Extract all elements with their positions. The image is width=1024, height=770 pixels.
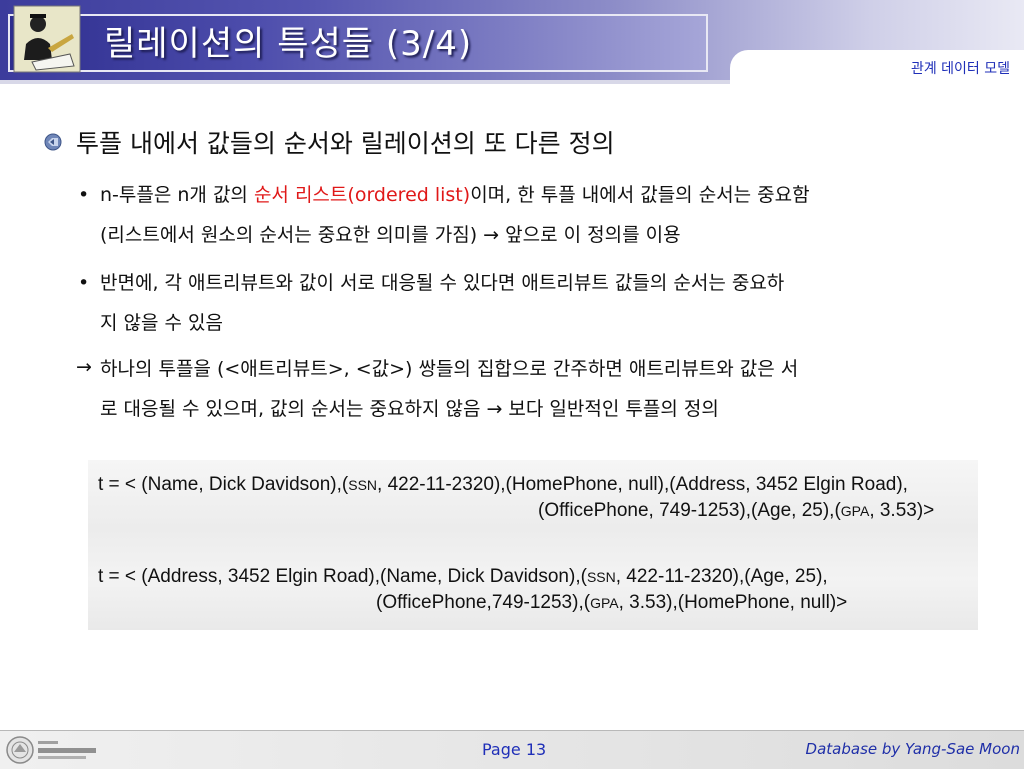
formula-1-line-2: (OfficePhone, 749-1253),(Age, 25),(GPA, …	[538, 500, 934, 522]
gpa-label: GPA	[590, 595, 619, 611]
university-logo-icon	[4, 734, 100, 766]
formula-1-b: , 422-11-2320),(HomePhone, null),(Addres…	[377, 474, 908, 495]
bullet-1-line-1: n-투플은 n개 값의 순서 리스트(ordered list)이며, 한 투플…	[100, 178, 810, 212]
heading-bullet-icon	[44, 133, 62, 151]
formula-2-c: (OfficePhone,749-1253),(	[376, 592, 591, 613]
author-credit: Database by Yang-Sae Moon	[805, 740, 1020, 758]
formula-1-c: (OfficePhone, 749-1253),(Age, 25),(	[538, 500, 841, 521]
bullet-1-line-2: (리스트에서 원소의 순서는 중요한 의미를 가짐) → 앞으로 이 정의를 이…	[100, 224, 681, 246]
formula-2-line-2: (OfficePhone,749-1253),(GPA, 3.53),(Home…	[376, 592, 847, 614]
section-tab-label: 관계 데이터 모델	[910, 61, 1010, 77]
gpa-label: GPA	[840, 503, 870, 519]
formula-2-a: t = < (Address, 3452 Elgin Road),(Name, …	[98, 566, 587, 587]
ordered-list-paren: (ordered list)	[347, 184, 471, 206]
formula-1-a: t = < (Name, Dick Davidson),(	[98, 474, 349, 495]
bullet-dot: •	[78, 184, 90, 206]
page-number: Page 13	[482, 740, 547, 759]
bullet-2-line-1: 반면에, 각 애트리뷰트와 값이 서로 대응될 수 있다면 애트리뷰트 값들의 …	[100, 272, 785, 294]
ssn-label: SSN	[586, 569, 616, 585]
bullet-dot: •	[78, 272, 90, 294]
bullet-1-text-post: 이며, 한 투플 내에서 값들의 순서는 중요함	[470, 184, 810, 206]
writer-logo-icon	[12, 4, 82, 74]
bullet-2-line-2: 지 않을 수 있음	[100, 312, 223, 334]
arrow-line-2: 로 대응될 수 있으며, 값의 순서는 중요하지 않음 → 보다 일반적인 투플…	[100, 398, 719, 420]
arrow-right-icon: →	[76, 356, 92, 378]
formula-2-line-1: t = < (Address, 3452 Elgin Road),(Name, …	[98, 566, 828, 588]
arrow-line-1: 하나의 투플을 (<애트리뷰트>, <값>) 쌍들의 집합으로 간주하면 애트리…	[100, 358, 799, 380]
formula-1-d: , 3.53)>	[869, 500, 935, 521]
formula-2-b: , 422-11-2320),(Age, 25),	[615, 566, 828, 587]
formula-1-line-1: t = < (Name, Dick Davidson),(SSN, 422-11…	[98, 474, 908, 496]
formula-2-d: , 3.53),(HomePhone, null)>	[618, 592, 848, 613]
slide-title: 릴레이션의 특성들 (3/4)	[104, 24, 473, 64]
ordered-list-highlight: 순서 리스트	[253, 184, 348, 206]
bullet-1-text-pre: n-투플은 n개 값의	[100, 184, 254, 206]
ssn-label: SSN	[348, 477, 378, 493]
section-heading: 투플 내에서 값들의 순서와 릴레이션의 또 다른 정의	[76, 129, 615, 158]
